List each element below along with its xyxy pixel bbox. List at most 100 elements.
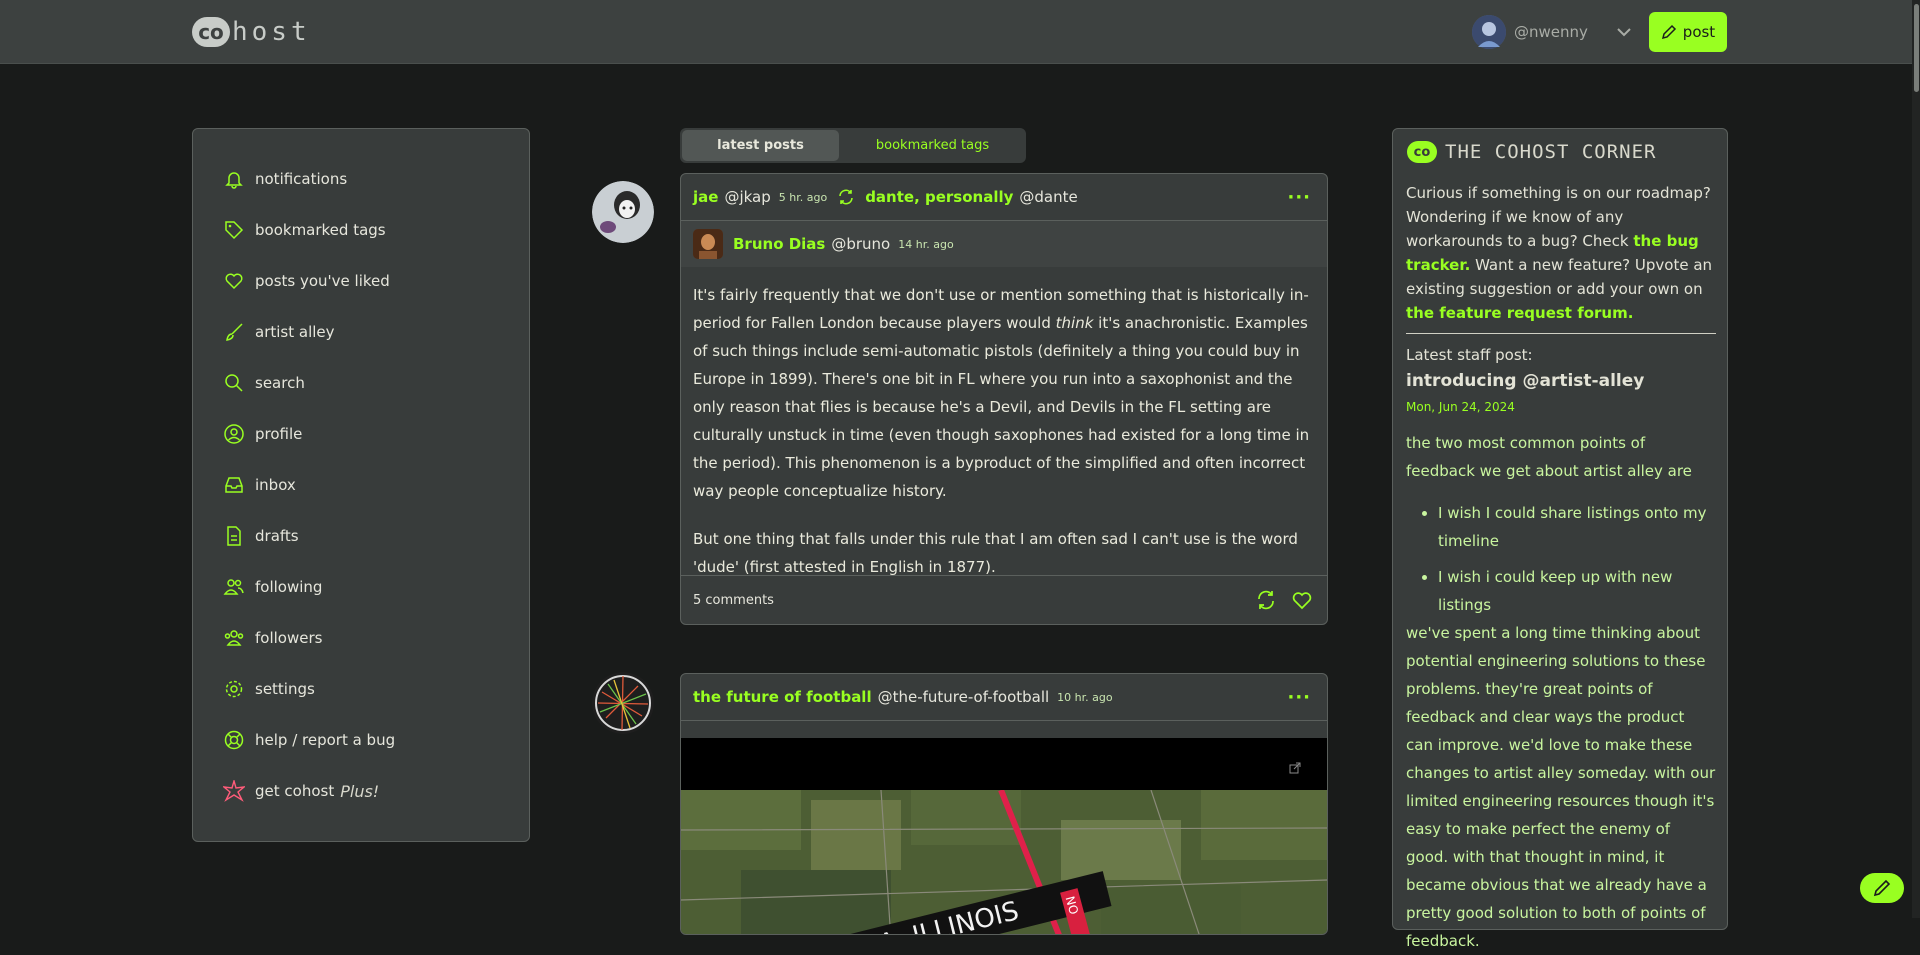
post-menu-button[interactable]: ··· <box>1287 187 1311 208</box>
sidebar-item-followers[interactable]: followers <box>223 625 322 651</box>
page-scrollbar[interactable] <box>1912 0 1920 918</box>
sidebar-item-bookmarked-tags[interactable]: bookmarked tags <box>223 217 386 243</box>
sidebar-item-label: posts you've liked <box>255 272 390 290</box>
sidebar-item-profile[interactable]: profile <box>223 421 302 447</box>
post-card: jae @jkap 5 hr. ago dante, personally @d… <box>680 173 1328 625</box>
embed-header <box>681 738 1327 790</box>
sparkle-icon <box>223 780 245 802</box>
sidebar-item-get-plus[interactable]: get cohost Plus! <box>223 778 379 804</box>
username: @nwenny <box>1514 23 1588 41</box>
sidebar-item-settings[interactable]: settings <box>223 676 315 702</box>
latest-staff-label: Latest staff post: <box>1406 346 1533 364</box>
staff-post-title[interactable]: introducing @artist-alley <box>1406 369 1716 393</box>
author-handle[interactable]: @bruno <box>831 235 890 253</box>
post-body: It's fairly frequently that we don't use… <box>681 267 1327 607</box>
author-avatar[interactable] <box>693 229 723 259</box>
sidebar-item-label: settings <box>255 680 315 698</box>
author-timestamp[interactable]: 14 hr. ago <box>898 238 953 251</box>
sharer-name[interactable]: jae <box>693 188 718 206</box>
comments-link[interactable]: 5 comments <box>693 593 774 608</box>
cohost-logo[interactable]: co host <box>192 14 311 50</box>
logo-word: host <box>232 17 311 47</box>
post-paragraph: But one thing that falls under this rule… <box>693 530 1298 576</box>
sidebar-item-label: artist alley <box>255 323 335 341</box>
post-share-header: jae @jkap 5 hr. ago dante, personally @d… <box>681 174 1327 221</box>
logo-mark: co <box>192 17 230 47</box>
sidebar-item-label: help / report a bug <box>255 731 396 749</box>
pencil-icon <box>1661 24 1676 40</box>
repost-icon[interactable] <box>1255 589 1277 611</box>
staff-post-date: Mon, Jun 24, 2024 <box>1406 400 1515 414</box>
share-target-name[interactable]: dante, personally <box>865 188 1013 206</box>
user-menu[interactable]: @nwenny <box>1472 14 1634 50</box>
sidebar-item-notifications[interactable]: notifications <box>223 166 347 192</box>
sidebar-item-search[interactable]: search <box>223 370 305 396</box>
tab-latest-posts[interactable]: latest posts <box>682 130 839 161</box>
author-handle[interactable]: @the-future-of-football <box>878 688 1050 706</box>
cohost-logo-icon: co <box>1407 141 1437 163</box>
feature-request-link[interactable]: the feature request forum. <box>1406 304 1633 322</box>
plus-label: Plus! <box>340 781 380 801</box>
sidebar-item-label: bookmarked tags <box>255 221 386 239</box>
author-timestamp[interactable]: 10 hr. ago <box>1057 691 1112 704</box>
author-name[interactable]: Bruno Dias <box>733 235 825 253</box>
paintbrush-icon <box>226 323 243 341</box>
corner-intro: Curious if something is on our roadmap? … <box>1406 181 1716 325</box>
tab-bookmarked-tags[interactable]: bookmarked tags <box>841 130 1024 161</box>
author-name[interactable]: the future of football <box>693 688 872 706</box>
sidebar-item-label: get cohost <box>255 782 335 800</box>
post-menu-button[interactable]: ··· <box>1287 687 1311 708</box>
post-avatar[interactable] <box>592 672 654 734</box>
sidebar-nav: notifications bookmarked tags posts you'… <box>192 128 530 842</box>
scrollbar-thumb[interactable] <box>1914 4 1919 92</box>
top-bar: co host @nwenny post <box>0 0 1920 64</box>
gear-icon <box>225 680 243 698</box>
search-icon <box>225 374 243 392</box>
post-footer: 5 comments <box>681 575 1327 624</box>
sidebar-item-label: notifications <box>255 170 348 188</box>
avatar[interactable] <box>1472 15 1506 49</box>
tag-icon <box>225 221 244 240</box>
user-circle-icon <box>224 424 244 444</box>
sidebar-item-inbox[interactable]: inbox <box>223 472 296 498</box>
share-target-handle[interactable]: @dante <box>1019 188 1077 206</box>
post-author-header: Bruno Dias @bruno 14 hr. ago <box>681 221 1327 267</box>
sidebar-item-label: inbox <box>255 476 296 494</box>
list-item: I wish i could keep up with new listings <box>1438 563 1728 619</box>
heart-icon[interactable] <box>1291 589 1313 611</box>
pencil-icon <box>1873 879 1891 897</box>
map-image[interactable]: UKA, ILLINOIS NO <box>681 790 1327 934</box>
sidebar-item-posts-liked[interactable]: posts you've liked <box>223 268 390 294</box>
heart-icon <box>225 273 243 290</box>
post-avatar[interactable] <box>592 181 654 243</box>
floating-compose-button[interactable] <box>1860 873 1904 903</box>
list-item: I wish I could share listings onto my ti… <box>1438 499 1728 555</box>
user-group-icon <box>224 630 244 646</box>
sidebar-item-following[interactable]: following <box>223 574 322 600</box>
external-link-icon[interactable] <box>1289 762 1301 774</box>
staff-post-paragraph: we've spent a long time thinking about p… <box>1406 624 1716 950</box>
sidebar-item-label: search <box>255 374 305 392</box>
sidebar-item-label: profile <box>255 425 303 443</box>
post-paragraph: It's fairly frequently that we don't use… <box>693 281 1315 505</box>
sidebar-item-help[interactable]: help / report a bug <box>223 727 395 753</box>
post-author-header: the future of football @the-future-of-fo… <box>681 674 1327 721</box>
corner-header: co THE COHOST CORNER <box>1407 141 1656 163</box>
bell-icon <box>225 172 243 189</box>
new-post-button[interactable]: post <box>1649 12 1727 52</box>
sharer-handle[interactable]: @jkap <box>724 188 770 206</box>
cohost-corner-panel: co THE COHOST CORNER Curious if somethin… <box>1392 128 1728 950</box>
feed-tabs: latest posts bookmarked tags <box>680 128 1026 163</box>
sidebar-item-label: drafts <box>255 527 299 545</box>
inbox-icon <box>225 477 243 493</box>
sidebar-item-drafts[interactable]: drafts <box>223 523 299 549</box>
post-card: the future of football @the-future-of-fo… <box>680 673 1328 935</box>
corner-title: THE COHOST CORNER <box>1445 141 1657 163</box>
chevron-down-icon[interactable] <box>1614 22 1634 42</box>
document-icon <box>227 526 241 546</box>
post-button-label: post <box>1682 23 1716 41</box>
sidebar-item-artist-alley[interactable]: artist alley <box>223 319 335 345</box>
share-timestamp[interactable]: 5 hr. ago <box>779 191 827 204</box>
users-icon <box>223 579 244 595</box>
sidebar-item-label: following <box>255 578 323 596</box>
